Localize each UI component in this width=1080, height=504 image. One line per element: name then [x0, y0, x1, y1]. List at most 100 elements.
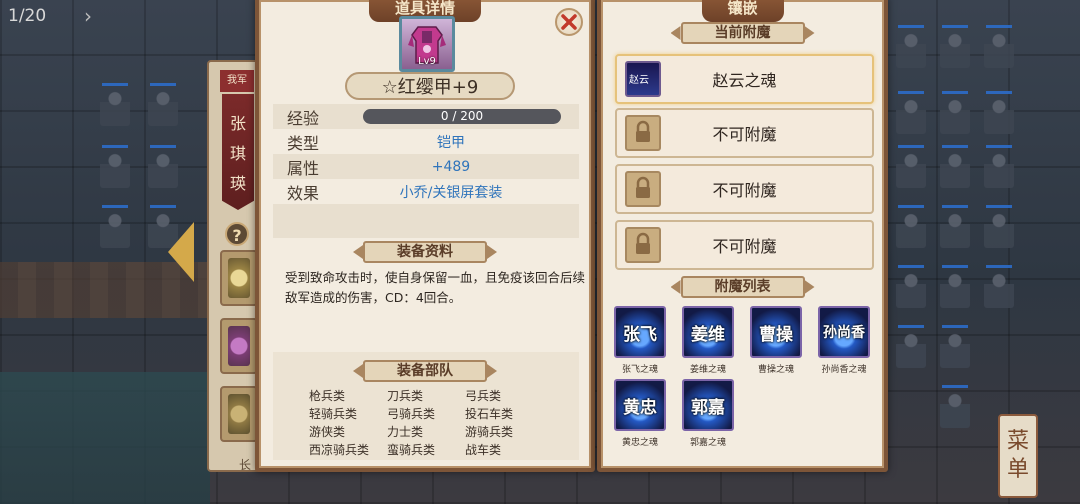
soldier-sprite: [896, 325, 926, 368]
troop-type: 游侠类: [309, 425, 346, 439]
soul-list: 张飞 张飞之魂 姜维 姜维之魂 曹操 曹操之魂 孙尚香 孙尚香之魂 黄忠 黄忠之…: [613, 306, 883, 448]
troop-type: 力士类: [387, 425, 424, 439]
lock-icon: [625, 227, 661, 263]
troop-type: 投石车类: [465, 407, 514, 421]
stat-row-type: 类型 铠甲: [273, 129, 579, 154]
enchant-slot-label: 不可附魔: [712, 125, 777, 144]
lock-icon: [625, 115, 661, 151]
side-tag: 我军: [220, 70, 254, 92]
soul-portrait: 郭嘉: [682, 379, 734, 431]
stat-spacer: [273, 204, 579, 238]
troop-type: 刀兵类: [387, 389, 424, 403]
soul-caption: 孙尚香之魂: [821, 365, 867, 375]
equipment-detail-panel: 道具详情 Lv9 ☆红缨甲+9 经验 0 / 200 类型 铠甲 属性 +489…: [255, 0, 595, 472]
soldier-sprite: [896, 91, 926, 134]
stat-row-effect: 效果 小乔/关银屏套装: [273, 179, 579, 204]
equipment-slot-weapon[interactable]: [220, 250, 258, 306]
soldier-sprite: [940, 91, 970, 134]
soldier-sprite: [940, 385, 970, 428]
soul-card-zhangfei[interactable]: 张飞 张飞之魂: [613, 306, 667, 375]
stat-label: 经验: [287, 108, 320, 128]
equipment-slot-accessory[interactable]: [220, 386, 258, 442]
enchant-slot-1[interactable]: 赵云 赵云之魂: [615, 54, 874, 104]
stat-value: +489: [431, 158, 471, 175]
troop-types-heading: 装备部队: [363, 360, 487, 382]
hero-name-char: 张: [229, 114, 246, 133]
soldier-sprite: [984, 205, 1014, 248]
equipment-icon: Lv9: [399, 16, 455, 72]
soul-card-guojia[interactable]: 郭嘉 郭嘉之魂: [681, 379, 735, 448]
close-icon: [561, 14, 577, 30]
soul-card-jiangwei[interactable]: 姜维 姜维之魂: [681, 306, 735, 375]
troop-type-list: 枪兵类 刀兵类 弓兵类 轻骑兵类 弓骑兵类 投石车类 游侠类 力士类 游骑兵类 …: [309, 388, 539, 459]
troop-type: 游骑兵类: [465, 425, 514, 439]
soul-card-caocao[interactable]: 曹操 曹操之魂: [749, 306, 803, 375]
enchant-panel: 镶嵌 当前附魔 赵云 赵云之魂 不可附魔 不可附魔 不可附魔 附魔列表 张飞 张…: [597, 0, 888, 472]
soldier-sprite: [148, 145, 178, 188]
soldier-sprite: [148, 83, 178, 126]
equipment-info-heading: 装备资料: [363, 241, 487, 263]
soldier-sprite: [984, 145, 1014, 188]
soul-caption: 郭嘉之魂: [689, 438, 726, 448]
help-button[interactable]: ?: [225, 222, 249, 246]
hero-name-char: 瑛: [229, 174, 246, 193]
soul-card-huangzhong[interactable]: 黄忠 黄忠之魂: [613, 379, 667, 448]
close-button[interactable]: [555, 8, 583, 36]
soldier-sprite: [940, 205, 970, 248]
menu-button[interactable]: 菜 单: [998, 414, 1038, 498]
enchant-slot-2[interactable]: 不可附魔: [615, 108, 874, 158]
current-enchant-heading: 当前附魔: [680, 22, 805, 44]
stat-value[interactable]: 小乔/关银屏套装: [363, 182, 579, 202]
stat-row-experience: 经验 0 / 200: [273, 104, 579, 129]
soldier-sprite: [984, 265, 1014, 308]
soul-portrait: 张飞: [614, 306, 666, 358]
soul-icon-label: 赵云: [629, 75, 649, 86]
hero-name-char: 琪: [229, 144, 246, 163]
lock-icon: [625, 171, 661, 207]
stat-label: 效果: [287, 183, 320, 203]
soul-caption: 黄忠之魂: [621, 438, 658, 448]
enchant-slot-label: 赵云之魂: [712, 71, 777, 90]
water-terrain: [0, 372, 210, 504]
panel-title: 镶嵌: [701, 0, 784, 22]
soldier-sprite: [896, 205, 926, 248]
soul-portrait: 孙尚香: [818, 306, 870, 358]
equipment-slot-armor[interactable]: [220, 318, 258, 374]
troop-type: 枪兵类: [309, 389, 346, 403]
soul-card-sunshangxiang[interactable]: 孙尚香 孙尚香之魂: [817, 306, 871, 375]
soldier-sprite: [984, 91, 1014, 134]
soul-portrait: 黄忠: [614, 379, 666, 431]
equipment-description: 受到致命攻击时，使自身保留一血，且免疫该回合后续敌军造成的伤害，CD：4回合。: [285, 270, 586, 305]
equipment-level: Lv9: [418, 56, 436, 67]
troop-type: 战车类: [465, 443, 502, 457]
menu-button-char-1: 菜: [1006, 429, 1029, 454]
menu-button-char-2: 单: [1006, 457, 1029, 482]
enchant-list-heading: 附魔列表: [680, 276, 805, 298]
soul-caption: 曹操之魂: [757, 365, 794, 375]
troop-type: 蛮骑兵类: [387, 443, 436, 457]
enchant-slot-4[interactable]: 不可附魔: [615, 220, 874, 270]
soldier-sprite: [100, 83, 130, 126]
troop-type: 弓骑兵类: [387, 407, 436, 421]
enchant-slot-3[interactable]: 不可附魔: [615, 164, 874, 214]
stat-value: 铠甲: [437, 134, 465, 151]
soul-caption: 姜维之魂: [689, 365, 726, 375]
troop-type: 西凉骑兵类: [309, 443, 370, 457]
soldier-sprite: [940, 265, 970, 308]
stat-label: 类型: [287, 133, 320, 153]
turn-counter: 1/20: [8, 6, 47, 26]
soldier-sprite: [896, 145, 926, 188]
stat-label: 属性: [287, 158, 320, 178]
soul-portrait: 曹操: [750, 306, 802, 358]
soldier-sprite: [940, 145, 970, 188]
enchant-slot-label: 不可附魔: [712, 181, 777, 200]
soldier-sprite: [940, 25, 970, 68]
soldier-sprite: [940, 325, 970, 368]
soldier-sprite: [896, 25, 926, 68]
experience-bar: 0 / 200: [363, 109, 561, 124]
stat-row-attribute: 属性 +489: [273, 154, 579, 179]
previous-arrow-icon[interactable]: [168, 222, 194, 282]
chevron-right-icon[interactable]: ›: [84, 4, 92, 28]
strip-bottom-text: 长: [239, 458, 252, 472]
troop-type: 弓兵类: [465, 389, 502, 403]
